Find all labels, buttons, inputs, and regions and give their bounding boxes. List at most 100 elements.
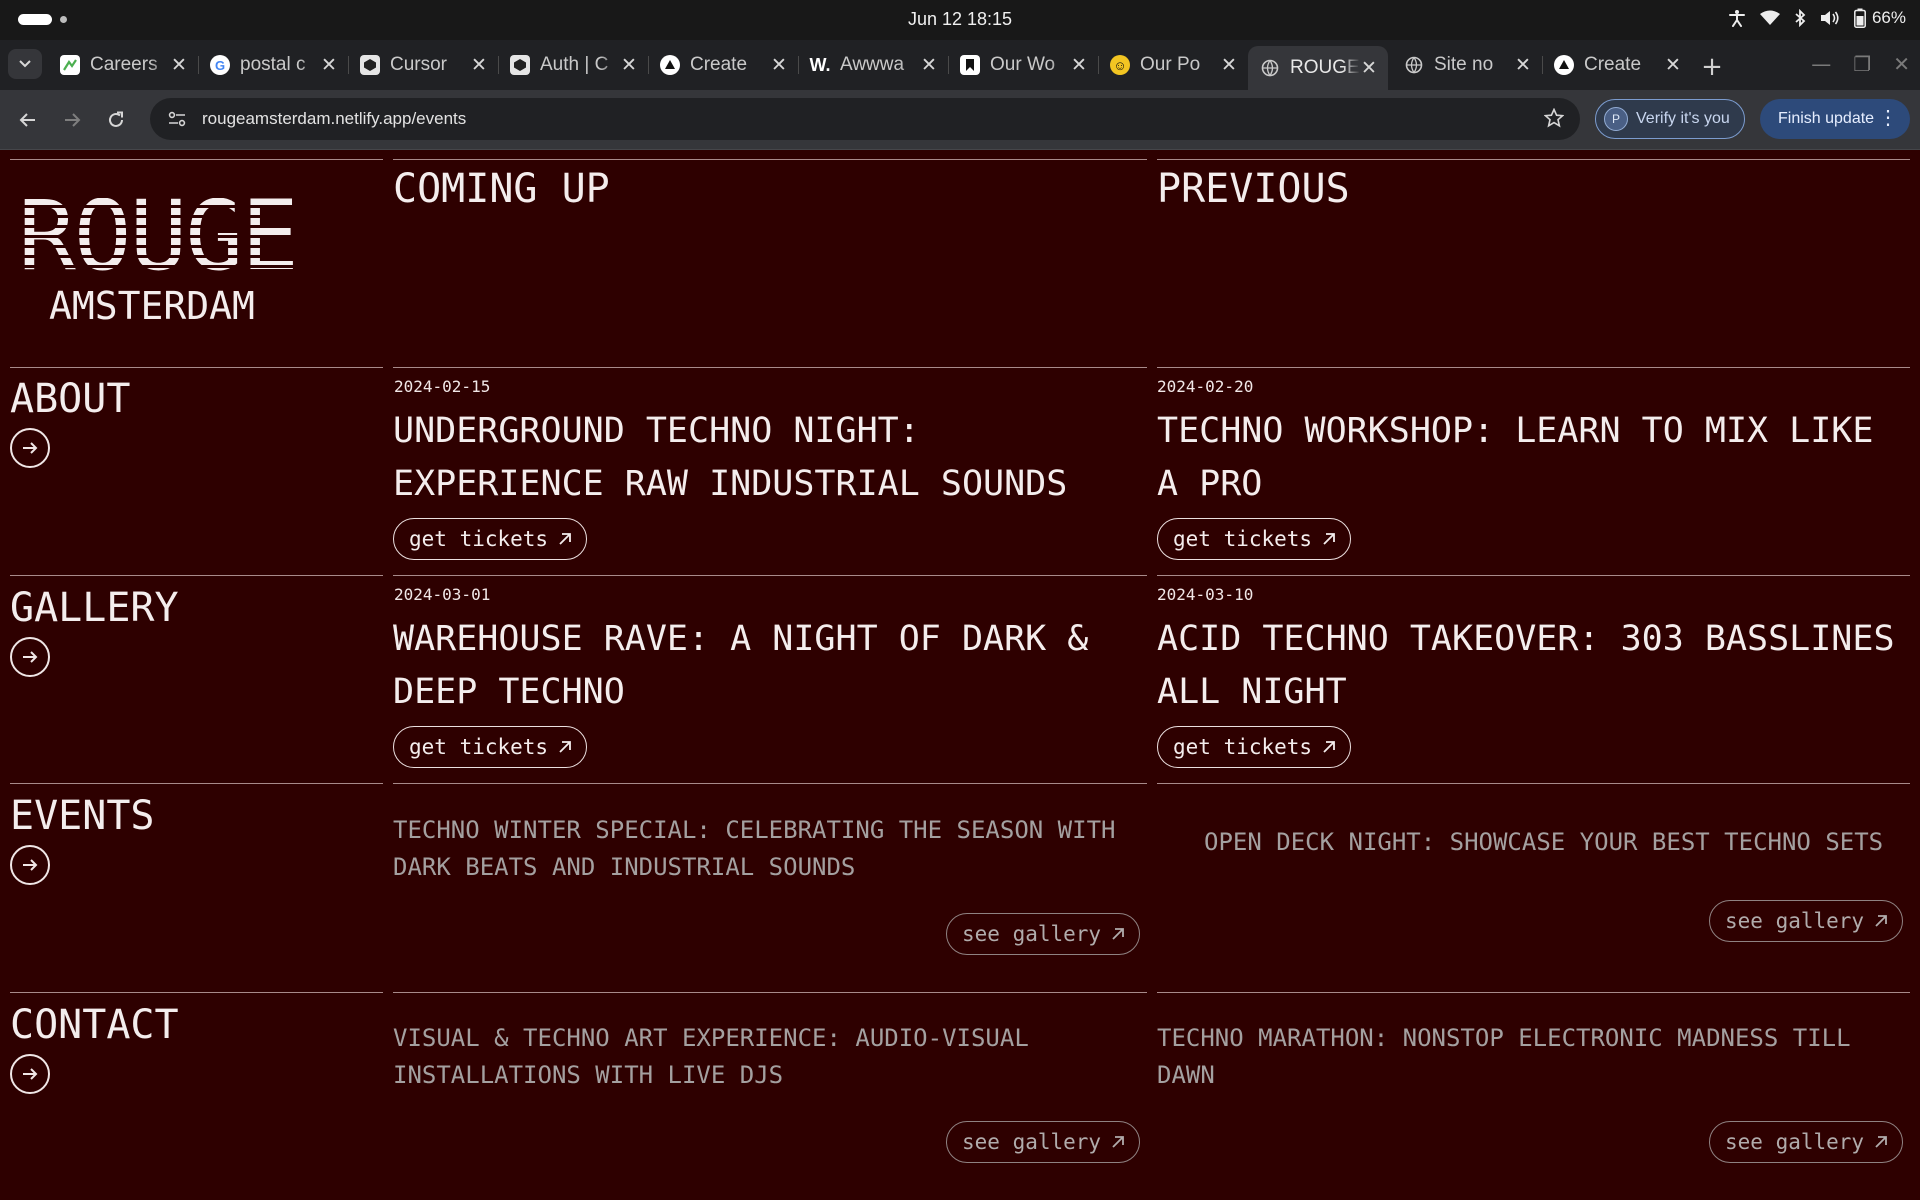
- browser-tab[interactable]: Create ✕: [1542, 46, 1692, 84]
- get-tickets-label: get tickets: [409, 735, 549, 759]
- arrow-right-icon[interactable]: [10, 428, 50, 468]
- past-event-title: OPEN DECK NIGHT: SHOWCASE YOUR BEST TECH…: [1204, 828, 1884, 856]
- browser-tab-active[interactable]: ROUGE ✕: [1248, 46, 1388, 90]
- site-info-icon[interactable]: [156, 111, 198, 127]
- verify-label: Verify it's you: [1636, 110, 1730, 127]
- divider: [393, 159, 1147, 160]
- os-top-bar: Jun 12 18:15 66%: [0, 0, 1920, 40]
- tab-close-icon[interactable]: ✕: [320, 54, 338, 77]
- nav-about[interactable]: ABOUT: [10, 376, 130, 422]
- get-tickets-button[interactable]: get tickets: [1157, 726, 1352, 768]
- back-arrow-icon[interactable]: [12, 104, 44, 136]
- battery-indicator[interactable]: 66%: [1854, 8, 1906, 28]
- reload-icon[interactable]: [100, 104, 132, 136]
- browser-tab[interactable]: Create ✕: [648, 46, 799, 84]
- divider: [393, 783, 1147, 784]
- forward-arrow-icon[interactable]: [56, 104, 88, 136]
- event-title: WAREHOUSE RAVE: A NIGHT OF DARK & DEEP T…: [393, 619, 1089, 712]
- chevron-down-icon: [19, 60, 31, 68]
- google-favicon-icon: G: [210, 55, 230, 75]
- nav-gallery[interactable]: GALLERY: [10, 585, 179, 631]
- divider: [393, 992, 1147, 993]
- tab-title: Create: [1584, 54, 1642, 75]
- globe-favicon-icon: [1404, 55, 1424, 75]
- more-options-icon[interactable]: ⋮: [1878, 107, 1898, 129]
- accessibility-icon[interactable]: [1728, 9, 1746, 27]
- wifi-icon[interactable]: [1759, 10, 1780, 26]
- browser-tab[interactable]: Auth | C ✕: [498, 46, 649, 84]
- divider: [1157, 367, 1910, 368]
- tab-title: Site no: [1434, 54, 1494, 75]
- browser-tab[interactable]: W. Awwwa ✕: [798, 46, 949, 84]
- volume-icon[interactable]: [1820, 10, 1840, 26]
- minimize-icon[interactable]: —: [1811, 52, 1831, 76]
- see-gallery-button[interactable]: see gallery: [1709, 900, 1904, 942]
- browser-tab[interactable]: Site no ✕: [1392, 46, 1543, 84]
- tab-close-icon[interactable]: ✕: [1514, 54, 1532, 77]
- window-controls: — ❐ ✕: [1811, 52, 1910, 76]
- previous-heading: PREVIOUS: [1157, 166, 1350, 212]
- tab-title: postal c: [240, 54, 306, 75]
- bluetooth-icon[interactable]: [1794, 9, 1806, 27]
- divider: [393, 575, 1147, 576]
- see-gallery-label: see gallery: [962, 922, 1102, 946]
- divider: [393, 367, 1147, 368]
- divider: [10, 783, 383, 784]
- bookmark-favicon-icon: [960, 55, 980, 75]
- divider: [10, 367, 383, 368]
- arrow-right-icon[interactable]: [10, 637, 50, 677]
- browser-tab[interactable]: Our Wo ✕: [948, 46, 1099, 84]
- divider: [1157, 992, 1910, 993]
- tab-close-icon[interactable]: ✕: [170, 54, 188, 77]
- verify-identity-button[interactable]: P Verify it's you: [1595, 99, 1745, 139]
- get-tickets-button[interactable]: get tickets: [1157, 518, 1352, 560]
- awwwards-favicon-icon: W.: [809, 54, 831, 75]
- maximize-icon[interactable]: ❐: [1853, 52, 1871, 76]
- get-tickets-label: get tickets: [1173, 735, 1313, 759]
- tab-search-button[interactable]: [8, 49, 42, 79]
- finish-update-button[interactable]: Finish update ⋮: [1760, 99, 1910, 139]
- tab-close-icon[interactable]: ✕: [770, 54, 788, 77]
- battery-icon: [1854, 8, 1866, 28]
- clock[interactable]: Jun 12 18:15: [0, 9, 1920, 30]
- browser-tab-strip: Careers ✕ G postal c ✕ Cursor ✕ Auth | C…: [0, 40, 1920, 90]
- nav-contact[interactable]: CONTACT: [10, 1002, 179, 1048]
- address-bar[interactable]: rougeamsterdam.netlify.app/events: [150, 98, 1580, 140]
- browser-tab[interactable]: ☺ Our Po ✕: [1098, 46, 1249, 84]
- arrow-up-right-icon: [559, 533, 571, 545]
- tab-close-icon[interactable]: ✕: [1360, 57, 1378, 80]
- arrow-up-right-icon: [1875, 915, 1887, 927]
- arrow-right-icon[interactable]: [10, 845, 50, 885]
- nav-events[interactable]: EVENTS: [10, 793, 155, 839]
- tab-close-icon[interactable]: ✕: [1664, 54, 1682, 77]
- tab-close-icon[interactable]: ✕: [1220, 54, 1238, 77]
- browser-tab[interactable]: Cursor ✕: [348, 46, 499, 84]
- site-logo[interactable]: ROUGE AMSTERDAM: [18, 188, 299, 328]
- browser-tab[interactable]: Careers ✕: [48, 46, 199, 84]
- tab-close-icon[interactable]: ✕: [620, 54, 638, 77]
- globe-favicon-icon: [1260, 58, 1280, 78]
- see-gallery-label: see gallery: [962, 1130, 1102, 1154]
- see-gallery-button[interactable]: see gallery: [946, 913, 1141, 955]
- tab-title: Cursor: [390, 54, 448, 75]
- battery-percent: 66%: [1871, 8, 1906, 27]
- new-tab-plus-icon[interactable]: +: [1698, 52, 1726, 82]
- get-tickets-button[interactable]: get tickets: [393, 518, 588, 560]
- url-text[interactable]: rougeamsterdam.netlify.app/events: [202, 109, 466, 129]
- event-date: 2024-02-15: [394, 377, 491, 396]
- browser-tab[interactable]: G postal c ✕: [198, 46, 349, 84]
- tab-close-icon[interactable]: ✕: [470, 54, 488, 77]
- tab-title: Create: [690, 54, 748, 75]
- see-gallery-button[interactable]: see gallery: [946, 1121, 1141, 1163]
- tab-close-icon[interactable]: ✕: [1070, 54, 1088, 77]
- profile-avatar: P: [1604, 107, 1628, 131]
- get-tickets-button[interactable]: get tickets: [393, 726, 588, 768]
- cursor-favicon-icon: [360, 55, 380, 75]
- tab-close-icon[interactable]: ✕: [920, 54, 938, 77]
- close-window-icon[interactable]: ✕: [1893, 52, 1910, 76]
- see-gallery-button[interactable]: see gallery: [1709, 1121, 1904, 1163]
- bookmark-star-icon[interactable]: [1543, 107, 1565, 132]
- arrow-right-icon[interactable]: [10, 1054, 50, 1094]
- arrow-up-right-icon: [1875, 1136, 1887, 1148]
- system-tray[interactable]: 66%: [1728, 8, 1906, 28]
